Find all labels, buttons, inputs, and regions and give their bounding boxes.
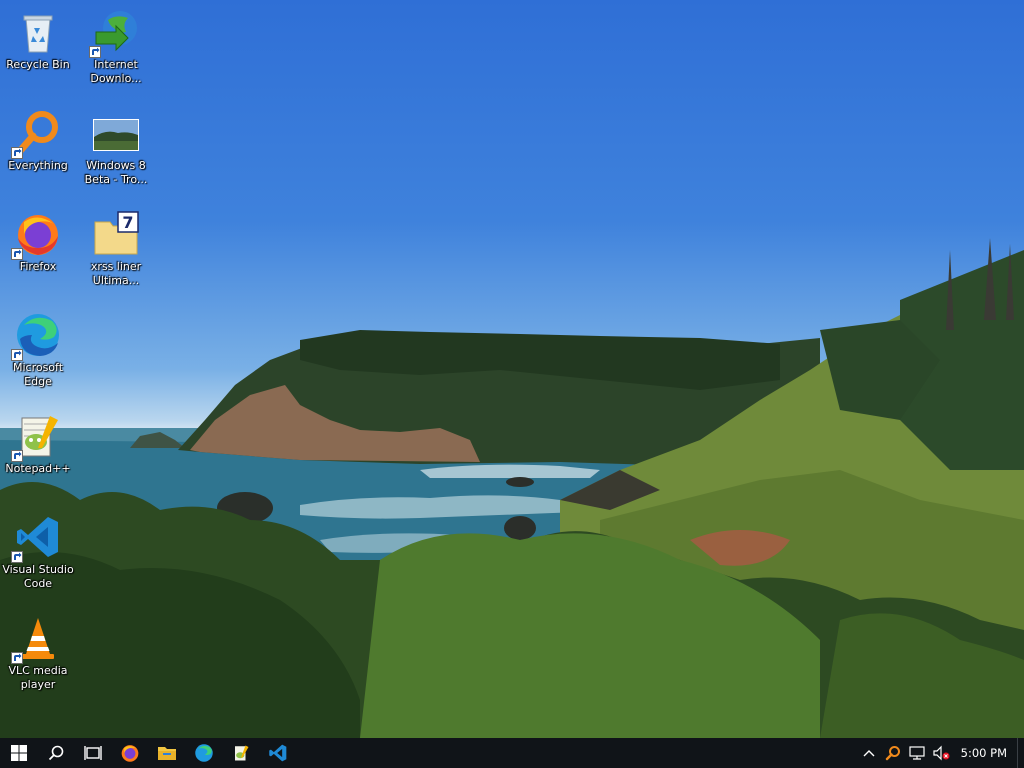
desktop-icon-label: VLC media player: [8, 664, 68, 691]
taskbar-notepad-plus-plus[interactable]: [222, 738, 259, 768]
task-view-icon: [83, 746, 102, 760]
taskbar-vscode[interactable]: [259, 738, 296, 768]
desktop-icon-archive[interactable]: 7 xrss liner Ultima...: [78, 204, 154, 298]
shortcut-arrow-icon: [89, 46, 101, 58]
desktop-icon-image-file[interactable]: Windows 8 Beta - Tro...: [78, 103, 154, 197]
edge-icon: [194, 744, 213, 762]
everything-tray-button[interactable]: [881, 738, 905, 768]
everything-tray-icon: [885, 746, 900, 761]
archive-folder-icon: 7: [92, 210, 140, 258]
everything-search-icon: [11, 109, 62, 159]
desktop-icon-label: Notepad++: [5, 462, 71, 475]
desktop-icon-label: Everything: [8, 159, 68, 172]
start-button[interactable]: [0, 738, 37, 768]
svg-text:7: 7: [122, 213, 133, 232]
desktop-icon-label: Windows 8 Beta - Tro...: [84, 159, 148, 186]
taskbar-clock[interactable]: 5:00 PM: [953, 738, 1017, 768]
desktop-icon-label: Recycle Bin: [6, 58, 70, 71]
desktop-icon-label: Internet Downlo...: [90, 58, 142, 85]
file-explorer-icon: [157, 747, 176, 760]
shortcut-arrow-icon: [11, 147, 23, 159]
desktop-icon-label: xrss liner Ultima...: [90, 260, 142, 287]
shortcut-arrow-icon: [11, 652, 23, 664]
desktop-icon-label: Microsoft Edge: [12, 361, 64, 388]
shortcut-arrow-icon: [11, 349, 23, 361]
desktop-icon-everything[interactable]: Everything: [0, 103, 76, 197]
internet-download-manager-icon: [89, 8, 140, 58]
recycle-bin-icon: [14, 8, 62, 56]
desktop-icon-visual-studio-code[interactable]: Visual Studio Code: [0, 507, 76, 601]
desktop-icon-firefox[interactable]: Firefox: [0, 204, 76, 298]
chevron-up-icon: [863, 750, 875, 757]
vscode-icon: [268, 744, 286, 762]
shortcut-arrow-icon: [11, 450, 23, 462]
network-button[interactable]: [905, 738, 929, 768]
shortcut-arrow-icon: [11, 551, 23, 563]
network-icon: [909, 746, 925, 760]
system-tray: 5:00 PM: [857, 738, 1024, 768]
firefox-icon: [11, 210, 62, 260]
notepad-plus-plus-icon: [11, 412, 62, 462]
edge-icon: [11, 311, 62, 361]
desktop-icon-internet-download-manager[interactable]: Internet Downlo...: [78, 2, 154, 96]
desktop-icon-microsoft-edge[interactable]: Microsoft Edge: [0, 305, 76, 399]
taskbar-file-explorer[interactable]: [148, 738, 185, 768]
desktop-icon-vlc-media-player[interactable]: VLC media player: [0, 608, 76, 702]
taskbar: 5:00 PM: [0, 738, 1024, 768]
taskbar-firefox[interactable]: [111, 738, 148, 768]
desktop-icon-notepad-plus-plus[interactable]: Notepad++: [0, 406, 76, 500]
desktop-icon-recycle-bin[interactable]: Recycle Bin: [0, 2, 76, 96]
show-hidden-icons-button[interactable]: [857, 738, 881, 768]
desktop-icon-label: Firefox: [19, 260, 57, 273]
desktop-icon-label: Visual Studio Code: [2, 563, 74, 590]
vscode-icon: [11, 513, 62, 563]
desktop[interactable]: Recycle Bin Everything Firefox Microsoft…: [0, 0, 1024, 738]
show-desktop-button[interactable]: [1017, 738, 1024, 768]
vlc-icon: [11, 614, 62, 664]
volume-button[interactable]: [929, 738, 953, 768]
search-button[interactable]: [37, 738, 74, 768]
start-icon: [10, 745, 27, 761]
search-icon: [48, 745, 63, 761]
firefox-icon: [121, 745, 138, 762]
taskbar-edge[interactable]: [185, 738, 222, 768]
task-view-button[interactable]: [74, 738, 111, 768]
volume-muted-icon: [933, 745, 950, 761]
shortcut-arrow-icon: [11, 248, 23, 260]
image-file-icon: [92, 109, 140, 157]
notepad-plus-plus-icon: [234, 745, 248, 761]
